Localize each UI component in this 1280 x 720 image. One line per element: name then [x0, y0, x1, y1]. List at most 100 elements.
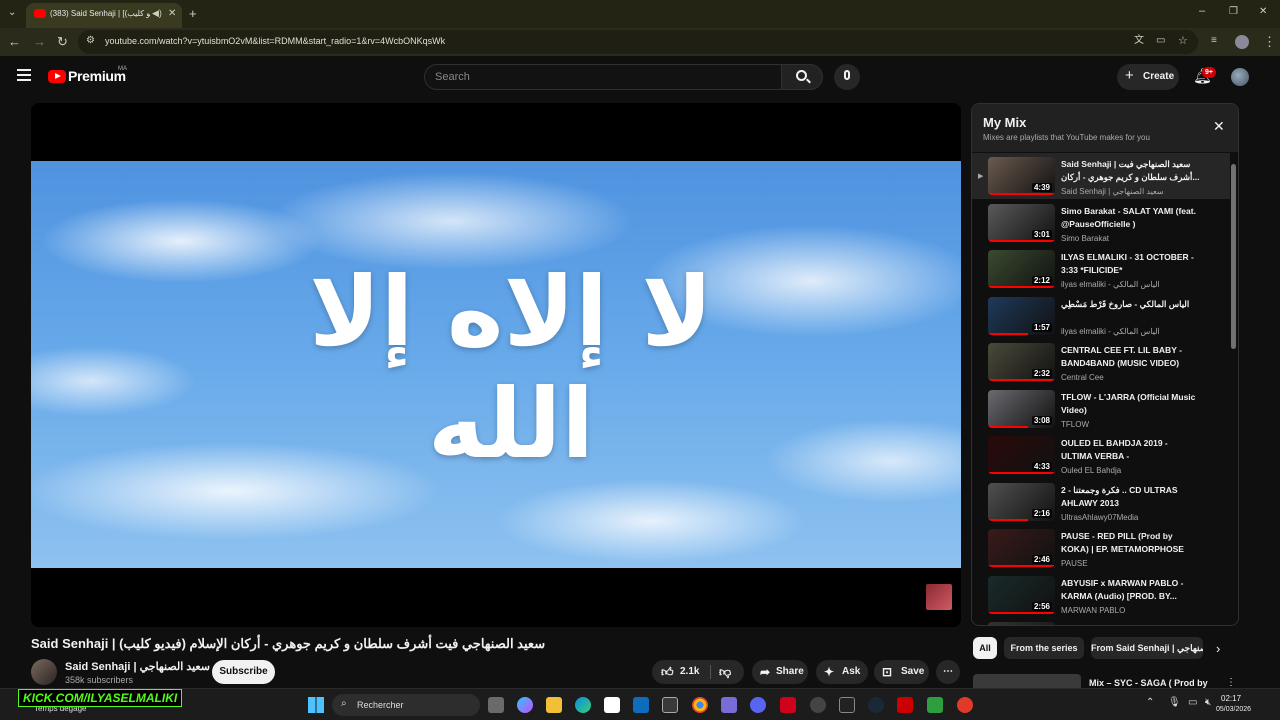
subscribe-button[interactable]: Subscribe [212, 660, 275, 684]
chevron-right-icon[interactable]: › [1216, 641, 1220, 656]
share-button[interactable]: ➦ Share [752, 660, 808, 684]
tab-list-icon[interactable]: ⌄ [8, 8, 16, 18]
chrome-icon[interactable] [692, 697, 708, 713]
task-view-icon[interactable] [488, 697, 504, 713]
brawl-icon[interactable] [957, 697, 973, 713]
mix-item[interactable]: Abyusif - Kan Fi Sora (Prod... [972, 618, 1230, 625]
mix-item-channel: ilyas elmaliki - الياس المالكي [1061, 280, 1160, 289]
mix-item[interactable]: 2:16 2 - فكرة وجمعتنا .. CD ULTRAS AHLAWY… [972, 479, 1230, 525]
store-icon[interactable] [604, 697, 620, 713]
like-button[interactable]: 👍︎ 2.1k [652, 660, 710, 684]
game-icon[interactable] [721, 697, 737, 713]
mix-item[interactable]: 2:46 PAUSE - RED PILL (Prod by KOKA) | EP… [972, 525, 1230, 571]
steam-icon[interactable] [868, 697, 884, 713]
mix-item-channel: ilyas elmaliki - الياس المالكي [1061, 326, 1160, 336]
url-field[interactable]: ⚙ youtube.com/watch?v=ytuisbmO2vM&list=R… [78, 30, 1198, 54]
watched-progress-bar [988, 379, 1055, 381]
chip-from-channel[interactable]: From Said Senhaji | سعيد الصنهاجي [1091, 637, 1203, 659]
discord-icon[interactable] [750, 697, 766, 713]
mix-item[interactable]: 2:56 ABYUSIF x MARWAN PABLO - KARMA (Audi… [972, 572, 1230, 618]
mix-item[interactable]: 1:57 الياس المالكي - صاروخ قَرْط مَسْطِي i… [972, 293, 1230, 339]
mix-item[interactable]: 2:32 CENTRAL CEE FT. LIL BABY - BAND4BAND… [972, 339, 1230, 385]
mix-item-title: CENTRAL CEE FT. LIL BABY - BAND4BAND (MU… [1061, 345, 1182, 368]
watched-progress-bar [988, 239, 1055, 242]
back-icon[interactable]: ← [8, 35, 21, 48]
mix-item-title: ABYUSIF x MARWAN PABLO - KARMA (Audio) [… [1061, 577, 1184, 601]
mix-item[interactable]: 2:12 ILYAS ELMALIKI - 31 OCTOBER - 3:33 *… [972, 246, 1230, 292]
hamburger-menu-icon[interactable] [17, 69, 31, 81]
netflix-icon[interactable] [897, 697, 913, 713]
taskbar-search-icon: ⌕ [341, 698, 347, 709]
outlook-icon[interactable] [633, 697, 649, 713]
mix-item[interactable]: ▶ 4:39 Said Senhaji | سعيد الصنهاجي فيت أش… [972, 153, 1230, 199]
media-player-icon[interactable] [927, 697, 943, 713]
acrobat-icon[interactable] [780, 697, 796, 713]
chip-from-series[interactable]: From the series [1004, 637, 1084, 659]
browser-menu-icon[interactable]: ⋮ [1263, 35, 1276, 48]
new-tab-icon[interactable]: + [189, 7, 197, 20]
reload-icon[interactable]: ↻ [57, 35, 68, 48]
file-explorer-icon[interactable] [546, 697, 562, 713]
ask-button[interactable]: ✦ Ask [816, 660, 868, 684]
close-window-icon[interactable]: ✕ [1259, 7, 1267, 17]
app-icon[interactable] [662, 697, 678, 713]
minimize-icon[interactable]: – [1199, 6, 1205, 17]
chip-all[interactable]: All [973, 637, 997, 659]
video-frame: لا إلاه إلا الله [31, 161, 961, 568]
mix-scrollbar[interactable] [1231, 164, 1236, 349]
windows-start-icon[interactable] [308, 697, 324, 713]
tab-audio-icon[interactable]: ◀) [152, 9, 162, 18]
mix-item-channel: Central Cee [1061, 373, 1104, 382]
search-input[interactable]: Search [424, 64, 782, 90]
clock-date[interactable]: 05/03/2026 [1216, 706, 1251, 713]
cast-icon[interactable]: ▭ [1156, 36, 1165, 46]
voice-search-button[interactable] [834, 64, 860, 90]
mix-item-thumbnail: 3:01 [988, 203, 1055, 242]
clock-time[interactable]: 02:17 [1221, 694, 1241, 703]
reading-list-icon[interactable]: ≡ [1211, 36, 1217, 46]
channel-name[interactable]: Said Senhaji | سعيد الصنهاجي ● [65, 660, 218, 673]
bookmark-star-icon[interactable]: ☆ [1178, 36, 1188, 47]
mix-item[interactable]: 3:01 Simo Barakat - SALAT YAMI (feat. @Pa… [972, 200, 1230, 246]
apex-icon[interactable] [839, 697, 855, 713]
mix-item[interactable]: 3:08 TFLOW - L'JARRA (Official Music Vide… [972, 386, 1230, 432]
copilot-icon[interactable] [517, 697, 533, 713]
network-icon[interactable]: ▭ [1188, 697, 1197, 708]
save-button[interactable]: ⊡ Save [874, 660, 929, 684]
edge-icon[interactable] [575, 697, 591, 713]
save-label: Save [901, 666, 925, 677]
account-avatar[interactable] [1231, 68, 1249, 86]
thumbs-up-icon: 👍︎ [661, 665, 674, 679]
share-icon: ➦ [760, 665, 771, 679]
create-button[interactable]: + Create [1117, 64, 1179, 90]
youtube-logo-icon[interactable] [48, 70, 66, 83]
next-item-menu-icon[interactable]: ⋮ [1226, 677, 1236, 688]
next-item-title[interactable]: Mix – SYC - SAGA ( Prod by [1089, 678, 1229, 688]
site-info-icon[interactable]: ⚙ [86, 36, 95, 46]
share-label: Share [776, 666, 804, 677]
dislike-button[interactable]: 👎︎ [714, 660, 742, 684]
mix-item-channel: MARWAN PABLO [1061, 605, 1126, 615]
tab-close-icon[interactable]: ✕ [168, 9, 176, 19]
browser-tab[interactable]: (383) Said Senhaji | [سعيد الصنهاجي فيت … [26, 3, 182, 28]
taskbar-search-input[interactable]: ⌕ Rechercher [332, 694, 480, 716]
end-screen-thumbnail[interactable] [926, 584, 952, 610]
obs-icon[interactable] [810, 697, 826, 713]
mix-item-title: ILYAS ELMALIKI - 31 OCTOBER - 3:33 *FILI… [1061, 252, 1194, 275]
close-icon[interactable]: ✕ [1213, 118, 1225, 135]
mix-item[interactable]: 4:33 OULED EL BAHDJA 2019 - ULTIMA VERBA … [972, 432, 1230, 478]
next-item-thumbnail[interactable] [973, 674, 1081, 688]
mix-item-thumbnail: 2:46 [988, 529, 1055, 567]
mix-item-thumbnail: 2:16 [988, 482, 1055, 521]
video-player[interactable]: لا إلاه إلا الله [31, 103, 961, 627]
profile-avatar[interactable] [1235, 35, 1249, 49]
channel-avatar[interactable] [31, 659, 57, 685]
tray-chevron-icon[interactable]: ⌃ [1146, 697, 1154, 708]
forward-icon[interactable]: → [33, 35, 46, 48]
more-actions-button[interactable]: ⋯ [936, 660, 960, 684]
search-button[interactable] [781, 64, 823, 90]
translate-icon[interactable]: 文 [1134, 36, 1144, 46]
maximize-icon[interactable]: ❐ [1229, 7, 1238, 17]
volume-icon[interactable]: 🔇︎ [1205, 697, 1211, 708]
microphone-tray-icon[interactable]: 🎙︎ [1168, 697, 1181, 708]
